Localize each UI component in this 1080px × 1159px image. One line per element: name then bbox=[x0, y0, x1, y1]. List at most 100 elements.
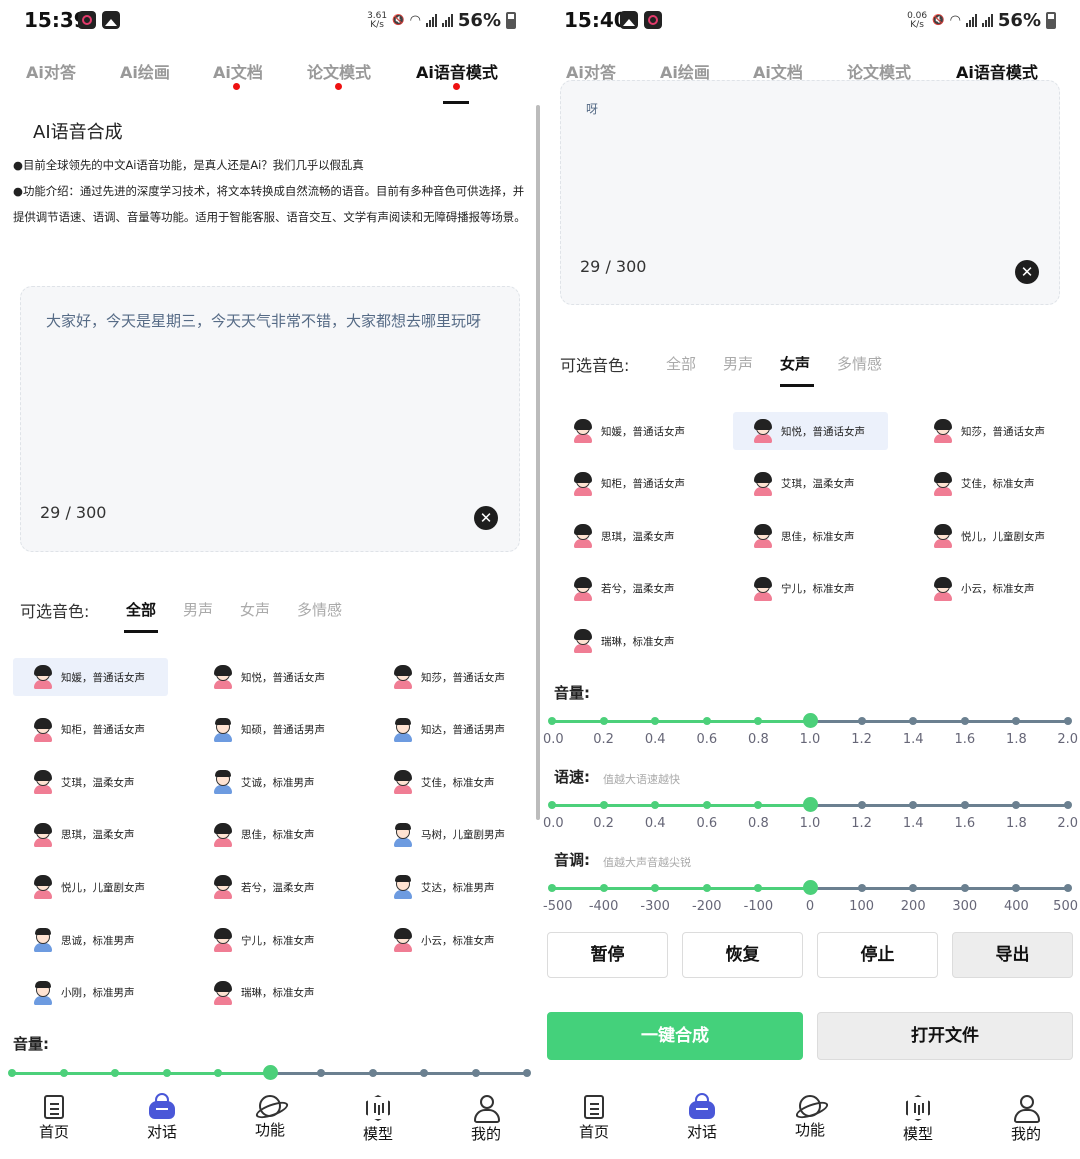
resume-button[interactable]: 恢复 bbox=[682, 932, 803, 978]
voice-option-label: 知媛，普通话女声 bbox=[601, 425, 685, 438]
user-icon bbox=[473, 1095, 500, 1123]
voice-option[interactable]: 知悦，普通话女声 bbox=[733, 412, 888, 450]
text-input-value: 大家好，今天是星期三，今天天气非常不错，大家都想去哪里玩呀 bbox=[46, 312, 482, 330]
nav-model[interactable]: 模型 bbox=[338, 1085, 418, 1144]
pitch-tick-label: -300 bbox=[640, 899, 670, 914]
avatar-icon bbox=[751, 419, 775, 443]
export-button[interactable]: 导出 bbox=[952, 932, 1073, 978]
voice-option[interactable]: 思佳，标准女声 bbox=[733, 517, 888, 555]
voice-tab-indicator bbox=[124, 630, 158, 633]
voice-tab-male[interactable]: 男声 bbox=[183, 599, 213, 620]
voice-tab-male[interactable]: 男声 bbox=[723, 353, 753, 374]
voice-option[interactable]: 瑞琳，标准女声 bbox=[553, 622, 708, 660]
clear-icon[interactable]: ✕ bbox=[474, 506, 498, 530]
voice-option[interactable]: 若兮，温柔女声 bbox=[553, 570, 708, 608]
voice-option[interactable]: 小刚，标准男声 bbox=[13, 974, 168, 1012]
nav-home[interactable]: 首页 bbox=[14, 1085, 94, 1142]
voice-option[interactable]: 知莎，普通话女声 bbox=[373, 658, 528, 696]
bottom-nav: 首页 对话 功能 模型 我的 bbox=[0, 1085, 540, 1159]
voice-option[interactable]: 知媛，普通话女声 bbox=[13, 658, 168, 696]
slider-step-dot bbox=[548, 801, 556, 809]
volume-slider[interactable] bbox=[8, 1065, 531, 1080]
avatar-icon bbox=[571, 419, 595, 443]
open-file-button[interactable]: 打开文件 bbox=[817, 1012, 1073, 1060]
voice-option-label: 艾琪，温柔女声 bbox=[781, 478, 855, 491]
voice-option[interactable]: 艾琪，温柔女声 bbox=[13, 763, 168, 801]
voice-option[interactable]: 若兮，温柔女声 bbox=[193, 868, 348, 906]
pitch-slider[interactable] bbox=[548, 880, 1072, 895]
voice-tab-emotional[interactable]: 多情感 bbox=[837, 353, 882, 374]
nav-function[interactable]: 功能 bbox=[230, 1085, 310, 1140]
voice-option[interactable]: 马树，儿童剧男声 bbox=[373, 816, 528, 854]
voice-option[interactable]: 思佳，标准女声 bbox=[193, 816, 348, 854]
text-input-area[interactable]: 呀 29 / 300 ✕ bbox=[560, 80, 1060, 305]
voice-option[interactable]: 艾诚，标准男声 bbox=[193, 763, 348, 801]
voice-option[interactable]: 知莎，普通话女声 bbox=[913, 412, 1068, 450]
clear-icon[interactable]: ✕ bbox=[1015, 260, 1039, 284]
slider-thumb[interactable] bbox=[803, 880, 818, 895]
avatar-icon bbox=[31, 665, 55, 689]
voice-option[interactable]: 悦儿，儿童剧女声 bbox=[13, 868, 168, 906]
stop-button[interactable]: 停止 bbox=[817, 932, 938, 978]
volume-slider[interactable] bbox=[548, 713, 1072, 728]
voice-option[interactable]: 艾达，标准男声 bbox=[373, 868, 528, 906]
voice-tab-emotional[interactable]: 多情感 bbox=[297, 599, 342, 620]
wifi-icon: ◠ bbox=[409, 13, 421, 28]
slider-thumb[interactable] bbox=[803, 797, 818, 812]
voice-option[interactable]: 小云，标准女声 bbox=[373, 921, 528, 959]
avatar-icon bbox=[211, 980, 235, 1005]
voice-option[interactable]: 思诚，标准男声 bbox=[13, 921, 168, 959]
tab-ai-voice[interactable]: Ai语音模式 bbox=[416, 59, 498, 83]
active-tab-indicator bbox=[443, 101, 469, 104]
voice-tab-all[interactable]: 全部 bbox=[666, 353, 696, 374]
voice-option[interactable]: 知柜，普通话女声 bbox=[13, 711, 168, 749]
slider-thumb[interactable] bbox=[262, 1065, 278, 1080]
nav-model[interactable]: 模型 bbox=[878, 1085, 958, 1144]
avatar-icon bbox=[31, 928, 55, 952]
tab-ai-document[interactable]: Ai文档 bbox=[213, 59, 263, 83]
voice-option[interactable]: 宁儿，标准女声 bbox=[193, 921, 348, 959]
voice-option[interactable]: 知媛，普通话女声 bbox=[553, 412, 708, 450]
tab-ai-qa[interactable]: Ai对答 bbox=[26, 59, 76, 83]
voice-option[interactable]: 知达，普通话男声 bbox=[373, 711, 528, 749]
voice-option[interactable]: 宁儿，标准女声 bbox=[733, 570, 888, 608]
avatar-icon bbox=[571, 576, 595, 601]
avatar-icon bbox=[751, 576, 775, 601]
tab-paper-mode[interactable]: 论文模式 bbox=[307, 59, 371, 83]
slider-thumb[interactable] bbox=[803, 713, 818, 728]
voice-option[interactable]: 瑞琳，标准女声 bbox=[193, 974, 348, 1012]
synthesize-button[interactable]: 一键合成 bbox=[547, 1012, 803, 1060]
voice-tab-all[interactable]: 全部 bbox=[126, 599, 156, 620]
voice-option[interactable]: 知硕，普通话男声 bbox=[193, 711, 348, 749]
voice-option[interactable]: 思琪，温柔女声 bbox=[553, 517, 708, 555]
voice-option[interactable]: 艾琪，温柔女声 bbox=[733, 465, 888, 503]
pause-button[interactable]: 暂停 bbox=[547, 932, 668, 978]
pitch-tick-label: -500 bbox=[543, 899, 573, 914]
slider-step-dot bbox=[368, 1069, 377, 1077]
voice-option[interactable]: 知悦，普通话女声 bbox=[193, 658, 348, 696]
voice-option[interactable]: 小云，标准女声 bbox=[913, 570, 1068, 608]
wifi-icon: ◠ bbox=[949, 13, 961, 28]
planet-icon bbox=[799, 1095, 821, 1117]
voice-option[interactable]: 悦儿，儿童剧女声 bbox=[913, 517, 1068, 555]
voice-option-label: 小刚，标准男声 bbox=[61, 987, 135, 1000]
voice-tab-female[interactable]: 女声 bbox=[240, 599, 270, 620]
nav-chat[interactable]: 对话 bbox=[662, 1085, 742, 1142]
tab-ai-drawing[interactable]: Ai绘画 bbox=[120, 59, 170, 83]
nav-me[interactable]: 我的 bbox=[446, 1085, 526, 1144]
voice-option[interactable]: 艾佳，标准女声 bbox=[913, 465, 1068, 503]
nav-function[interactable]: 功能 bbox=[770, 1085, 850, 1140]
voice-option[interactable]: 思琪，温柔女声 bbox=[13, 816, 168, 854]
voice-option-label: 知媛，普通话女声 bbox=[61, 671, 145, 684]
top-tabs: Ai对答 Ai绘画 Ai文档 论文模式 Ai语音模式 bbox=[0, 50, 540, 106]
speed-slider[interactable] bbox=[548, 797, 1072, 812]
nav-me[interactable]: 我的 bbox=[986, 1085, 1066, 1144]
nav-chat[interactable]: 对话 bbox=[122, 1085, 202, 1142]
voice-option[interactable]: 知柜，普通话女声 bbox=[553, 465, 708, 503]
voice-option[interactable]: 艾佳，标准女声 bbox=[373, 763, 528, 801]
volume-tick-label: 0.6 bbox=[696, 732, 718, 747]
nav-home[interactable]: 首页 bbox=[554, 1085, 634, 1142]
voice-tab-female[interactable]: 女声 bbox=[780, 353, 810, 374]
text-input-area[interactable]: 大家好，今天是星期三，今天天气非常不错，大家都想去哪里玩呀 29 / 300 ✕ bbox=[20, 286, 520, 552]
slider-step-dot bbox=[909, 801, 918, 809]
